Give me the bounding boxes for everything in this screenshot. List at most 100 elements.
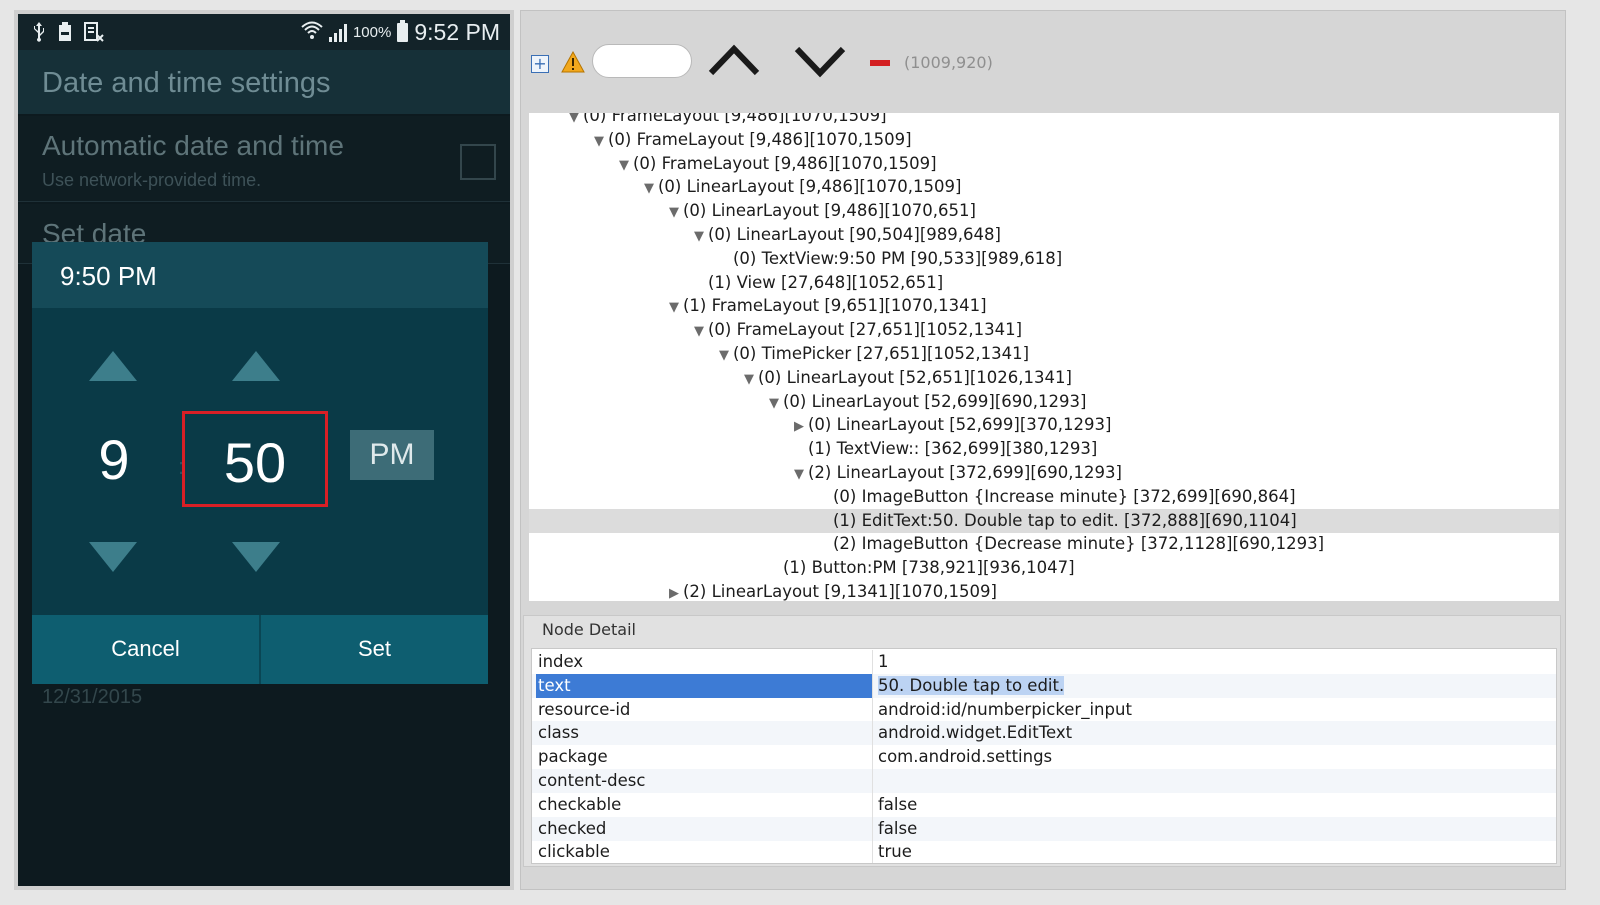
- collapse-arrow-icon[interactable]: ▼: [794, 463, 808, 487]
- detail-key: checkable: [538, 794, 622, 814]
- tree-node[interactable]: (1) TextView:: [362,699][380,1293]: [529, 437, 1559, 461]
- hour-field[interactable]: 9: [86, 427, 142, 492]
- detail-row[interactable]: resource-id android:id/numberpicker_input: [532, 697, 1556, 722]
- column-divider: [872, 721, 873, 746]
- detail-value-text: android:id/numberpicker_input: [878, 699, 1132, 719]
- tree-node-label: (1) FrameLayout [9,651][1070,1341]: [683, 296, 987, 316]
- column-divider: [872, 840, 873, 863]
- tree-node[interactable]: (1) EditText:50. Double tap to edit. [37…: [529, 508, 1559, 533]
- tree-node[interactable]: ▶ (0) LinearLayout [52,699][370,1293]: [529, 413, 1559, 437]
- detail-row[interactable]: content-desc: [532, 769, 1556, 793]
- device-screenshot: 100% 9:52 PM Date and time settings Auto…: [14, 10, 514, 890]
- tree-node-label: (0) ImageButton {Increase minute} [372,6…: [833, 486, 1296, 506]
- detail-row[interactable]: checked false: [532, 816, 1556, 841]
- tree-node[interactable]: ▼ (0) LinearLayout [52,651][1026,1341]: [529, 366, 1559, 390]
- collapse-arrow-icon[interactable]: ▼: [744, 368, 758, 392]
- tree-node-label: (2) LinearLayout [372,699][690,1293]: [808, 463, 1122, 482]
- cancel-button[interactable]: Cancel: [32, 615, 259, 684]
- tree-node-label: (0) LinearLayout [9,486][1070,651]: [683, 201, 976, 221]
- hierarchy-tree[interactable]: ▼ (0) FrameLayout [9,486][1070,1509] ▼ (0) …: [529, 113, 1559, 601]
- tree-node-label: (1) EditText:50. Double tap to edit. [37…: [833, 510, 1297, 530]
- tree-node[interactable]: ▼ (0) FrameLayout [27,651][1052,1341]: [529, 318, 1559, 342]
- status-bar: 100% 9:52 PM: [18, 14, 510, 50]
- detail-value-text: 50. Double tap to edit.: [878, 675, 1065, 695]
- tree-node[interactable]: (0) ImageButton {Increase minute} [372,6…: [529, 485, 1559, 509]
- collapse-arrow-icon[interactable]: ▼: [694, 225, 708, 249]
- tree-node[interactable]: (1) View [27,648][1052,651]: [529, 271, 1559, 295]
- cursor-coordinates: (1009,920): [904, 53, 993, 72]
- tree-node[interactable]: ▼ (0) FrameLayout [9,486][1070,1509]: [529, 128, 1559, 152]
- column-divider: [872, 816, 873, 841]
- tree-node[interactable]: ▼ (1) FrameLayout [9,651][1070,1341]: [529, 294, 1559, 318]
- detail-row[interactable]: package com.android.settings: [532, 745, 1556, 770]
- tree-node[interactable]: (1) Button:PM [738,921][936,1047]: [529, 556, 1559, 580]
- minute-field[interactable]: 50: [185, 430, 325, 495]
- detail-value: true: [876, 840, 1552, 863]
- battery-saver-icon: [58, 22, 72, 47]
- automatic-date-time-row[interactable]: Automatic date and time Use network-prov…: [18, 116, 510, 202]
- chevron-up-icon[interactable]: [707, 39, 761, 83]
- detail-key: checked: [538, 818, 607, 838]
- detail-value: com.android.settings: [876, 745, 1552, 769]
- collapse-arrow-icon[interactable]: ▼: [769, 392, 783, 416]
- tree-node-label: (0) FrameLayout [9,486][1070,1509]: [633, 153, 937, 173]
- tree-node-label: (0) LinearLayout [52,651][1026,1341]: [758, 367, 1072, 387]
- collapse-arrow-icon[interactable]: ▼: [644, 177, 658, 201]
- warning-icon[interactable]: [561, 50, 585, 73]
- set-button[interactable]: Set: [261, 615, 488, 684]
- expand-arrow-icon[interactable]: ▶: [794, 415, 808, 439]
- collapse-arrow-icon[interactable]: ▼: [719, 344, 733, 368]
- detail-row[interactable]: text 50. Double tap to edit.: [532, 673, 1556, 698]
- minus-icon[interactable]: [870, 60, 890, 66]
- detail-row[interactable]: clickable true: [532, 840, 1556, 863]
- collapse-arrow-icon[interactable]: ▼: [694, 320, 708, 344]
- minute-field-highlight[interactable]: 50: [182, 411, 328, 507]
- chevron-down-icon[interactable]: [793, 39, 847, 83]
- detail-key: resource-id: [538, 699, 631, 719]
- decrease-hour-button[interactable]: [89, 542, 137, 572]
- usb-icon: [32, 22, 46, 47]
- automatic-date-time-checkbox[interactable]: [460, 144, 496, 180]
- nfc-icon: [84, 22, 104, 47]
- collapse-arrow-icon[interactable]: ▼: [669, 296, 683, 320]
- column-divider: [872, 673, 873, 698]
- page-title: Date and time settings: [18, 50, 510, 114]
- detail-row[interactable]: checkable false: [532, 792, 1556, 817]
- automatic-date-time-title: Automatic date and time: [42, 130, 344, 161]
- detail-value[interactable]: 50. Double tap to edit.: [876, 674, 1552, 698]
- tree-node[interactable]: ▼ (0) LinearLayout [90,504][989,648]: [529, 223, 1559, 247]
- tree-node[interactable]: (0) TextView:9:50 PM [90,533][989,618]: [529, 247, 1559, 271]
- search-input[interactable]: [592, 44, 692, 78]
- tree-node-label: (0) LinearLayout [90,504][989,648]: [708, 225, 1001, 244]
- detail-key: clickable: [538, 842, 610, 862]
- tree-node[interactable]: ▼ (0) TimePicker [27,651][1052,1341]: [529, 342, 1559, 366]
- node-detail-table[interactable]: index 1 text 50. Double tap to edit. resourc…: [531, 648, 1557, 864]
- tree-node[interactable]: (2) ImageButton {Decrease minute} [372,1…: [529, 532, 1559, 556]
- tree-node[interactable]: ▼ (0) LinearLayout [52,699][690,1293]: [529, 390, 1559, 414]
- date-value: 12/31/2015: [42, 686, 143, 708]
- increase-minute-button[interactable]: [232, 351, 280, 381]
- tree-node[interactable]: ▼ (2) LinearLayout [372,699][690,1293]: [529, 461, 1559, 485]
- decrease-minute-button[interactable]: [232, 542, 280, 572]
- ampm-toggle-button[interactable]: PM: [350, 430, 434, 480]
- detail-row[interactable]: class android.widget.EditText: [532, 721, 1556, 746]
- tree-node[interactable]: ▼ (0) FrameLayout [9,486][1070,1509]: [529, 152, 1559, 176]
- collapse-arrow-icon[interactable]: ▼: [619, 154, 633, 178]
- node-detail-panel: Node Detail index 1 text 50. Double tap to …: [523, 615, 1561, 867]
- tree-node-label: (0) LinearLayout [52,699][370,1293]: [808, 415, 1112, 435]
- tree-node-label: (0) LinearLayout [9,486][1070,1509]: [658, 177, 962, 197]
- expand-arrow-icon[interactable]: ▶: [669, 582, 683, 601]
- expand-all-icon[interactable]: +: [531, 55, 549, 73]
- detail-value: android:id/numberpicker_input: [876, 698, 1552, 722]
- tree-node[interactable]: ▶ (2) LinearLayout [9,1341][1070,1509]: [529, 580, 1559, 601]
- tree-node[interactable]: ▼ (0) FrameLayout [9,486][1070,1509]: [529, 113, 1559, 128]
- increase-hour-button[interactable]: [89, 351, 137, 381]
- battery-icon: [397, 20, 409, 42]
- detail-row[interactable]: index 1: [532, 650, 1556, 674]
- collapse-arrow-icon[interactable]: ▼: [669, 201, 683, 225]
- tree-node[interactable]: ▼ (0) LinearLayout [9,486][1070,1509]: [529, 175, 1559, 199]
- signal-icon: [328, 23, 347, 42]
- time-picker-dialog: 9:50 PM 9 : 50 PM Cancel Set: [32, 242, 488, 684]
- tree-node[interactable]: ▼ (0) LinearLayout [9,486][1070,651]: [529, 199, 1559, 223]
- collapse-arrow-icon[interactable]: ▼: [594, 130, 608, 154]
